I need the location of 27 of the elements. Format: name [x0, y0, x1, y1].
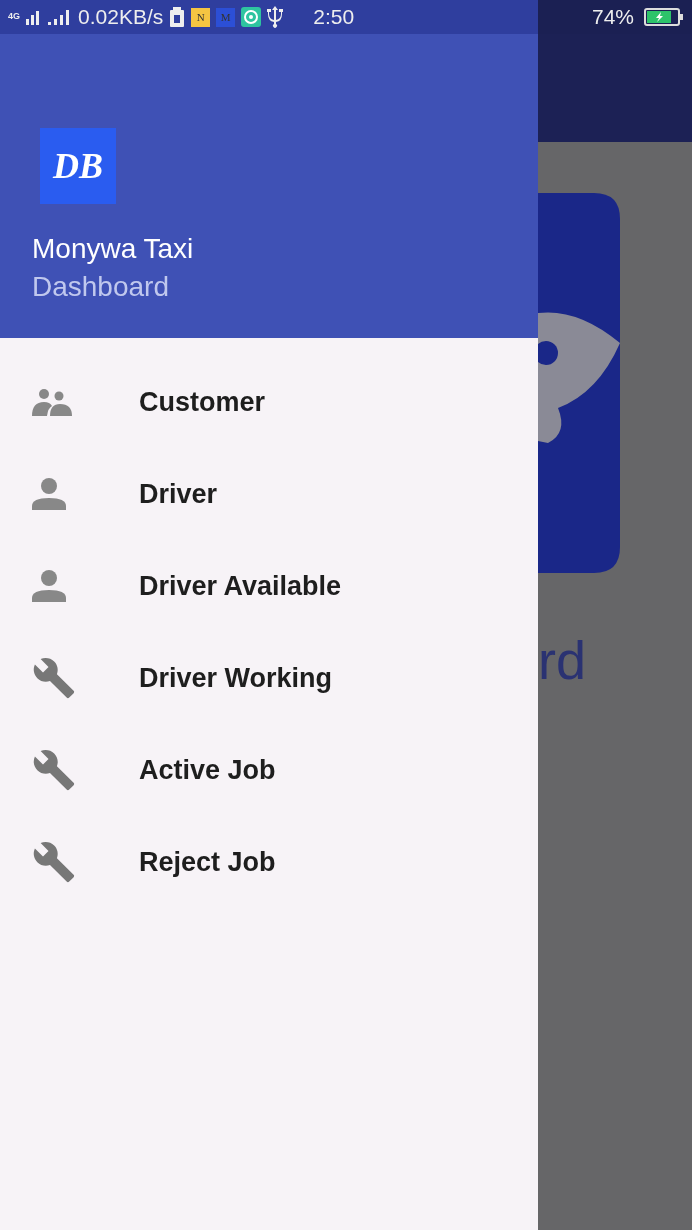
people-icon	[32, 388, 72, 416]
app-name: Monywa Taxi	[32, 233, 194, 265]
notification-icon: M	[216, 7, 236, 27]
signal-icon	[26, 9, 40, 25]
wrench-icon	[32, 656, 76, 700]
clock: 2:50	[313, 5, 355, 29]
app-subtitle: Dashboard	[32, 271, 169, 303]
person-icon	[32, 478, 66, 510]
menu-item[interactable]: Reject Job	[0, 816, 538, 908]
menu-item[interactable]: Active Job	[0, 724, 538, 816]
network-speed: 0.02KB/s	[78, 5, 164, 29]
battery-icon	[644, 8, 684, 26]
battery-percent: 74%	[591, 5, 634, 29]
menu-item[interactable]: Customer	[0, 356, 538, 448]
signal-icon	[46, 9, 72, 25]
clipboard-icon	[169, 7, 186, 27]
app-logo: DB	[40, 128, 116, 204]
menu-item[interactable]: Driver Available	[0, 540, 538, 632]
page-title: rd	[538, 633, 587, 687]
person-icon	[32, 570, 66, 602]
wrench-icon	[32, 748, 76, 792]
menu-item[interactable]: Driver Working	[0, 632, 538, 724]
network-type: 4G	[8, 11, 20, 21]
notification-icon: N	[191, 7, 211, 27]
menu-item[interactable]: Driver	[0, 448, 538, 540]
usb-icon	[267, 6, 284, 28]
wrench-icon	[32, 840, 76, 884]
